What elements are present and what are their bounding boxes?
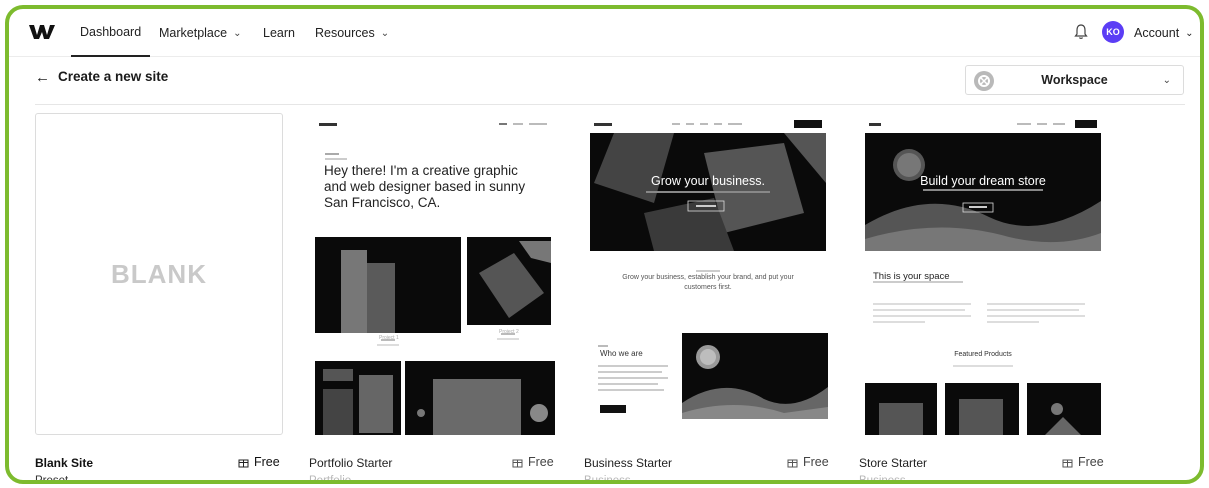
price-label: Free <box>528 455 554 469</box>
business-section-title: Who we are <box>600 349 643 358</box>
price-label: Free <box>1078 455 1104 469</box>
business-tagline: Grow your business, establish your brand… <box>622 274 794 291</box>
nav-dashboard-label: Dashboard <box>80 25 142 39</box>
template-category: Business <box>584 475 631 484</box>
store-featured-title: Featured Products <box>954 351 1012 358</box>
template-title[interactable]: Portfolio Starter <box>309 456 392 470</box>
blank-preview-text: BLANK <box>111 258 207 289</box>
nav-marketplace-label: Marketplace <box>159 26 228 40</box>
nav-resources-label: Resources <box>315 26 375 40</box>
gift-icon <box>238 459 249 467</box>
workspace-select[interactable]: Workspace ⌄ <box>965 65 1184 95</box>
template-price: Free <box>512 455 554 469</box>
gift-icon <box>512 459 523 467</box>
template-price: Free <box>238 455 280 469</box>
chevron-down-icon: ⌄ <box>233 27 242 39</box>
template-category: Preset <box>35 475 69 484</box>
webflow-logo-icon[interactable] <box>29 22 55 42</box>
workspace-label: Workspace <box>1041 73 1108 87</box>
account-label: Account <box>1134 26 1180 40</box>
page-title: Create a new site <box>58 69 169 84</box>
template-card-business[interactable]: Grow your business. Grow your business, … <box>584 113 832 435</box>
app-frame: Dashboard Marketplace ⌄ Learn Resources … <box>5 5 1204 484</box>
price-label: Free <box>803 455 829 469</box>
template-title[interactable]: Store Starter <box>859 456 927 470</box>
template-category: Portfolio <box>309 475 352 484</box>
top-nav: Dashboard Marketplace ⌄ Learn Resources … <box>9 9 1200 57</box>
nav-dashboard[interactable]: Dashboard <box>71 9 151 57</box>
template-card-portfolio[interactable]: Hey there! I'm a creative graphic and we… <box>309 113 557 435</box>
store-headline: Build your dream store <box>920 174 1046 188</box>
template-price: Free <box>1062 455 1104 469</box>
gift-icon <box>787 459 798 467</box>
divider <box>35 104 1185 105</box>
template-title[interactable]: Blank Site <box>35 456 93 470</box>
template-price: Free <box>787 455 829 469</box>
nav-learn-label: Learn <box>263 26 295 40</box>
gift-icon <box>1062 459 1073 467</box>
nav-resources[interactable]: Resources ⌄ <box>315 9 389 57</box>
nav-learn[interactable]: Learn <box>263 9 295 57</box>
business-headline: Grow your business. <box>651 174 765 188</box>
template-title[interactable]: Business Starter <box>584 456 672 470</box>
bell-icon[interactable] <box>1074 24 1088 40</box>
template-card-store[interactable]: Build your dream store This is your spac… <box>859 113 1107 435</box>
chevron-down-icon: ⌄ <box>1162 74 1171 86</box>
arrow-left-icon[interactable]: ← <box>35 69 50 86</box>
store-section-title: This is your space <box>873 271 950 282</box>
portfolio-preview <box>309 113 557 435</box>
account-menu[interactable]: Account ⌄ <box>1134 9 1194 57</box>
portfolio-headline: Hey there! I'm a creative graphic and we… <box>324 163 526 210</box>
template-card-blank[interactable]: BLANK <box>35 113 283 435</box>
price-label: Free <box>254 455 280 469</box>
avatar[interactable]: KO <box>1102 21 1124 43</box>
template-category: Business <box>859 475 906 484</box>
chevron-down-icon: ⌄ <box>1185 27 1194 39</box>
chevron-down-icon: ⌄ <box>380 27 390 39</box>
nav-marketplace[interactable]: Marketplace ⌄ <box>159 9 241 57</box>
